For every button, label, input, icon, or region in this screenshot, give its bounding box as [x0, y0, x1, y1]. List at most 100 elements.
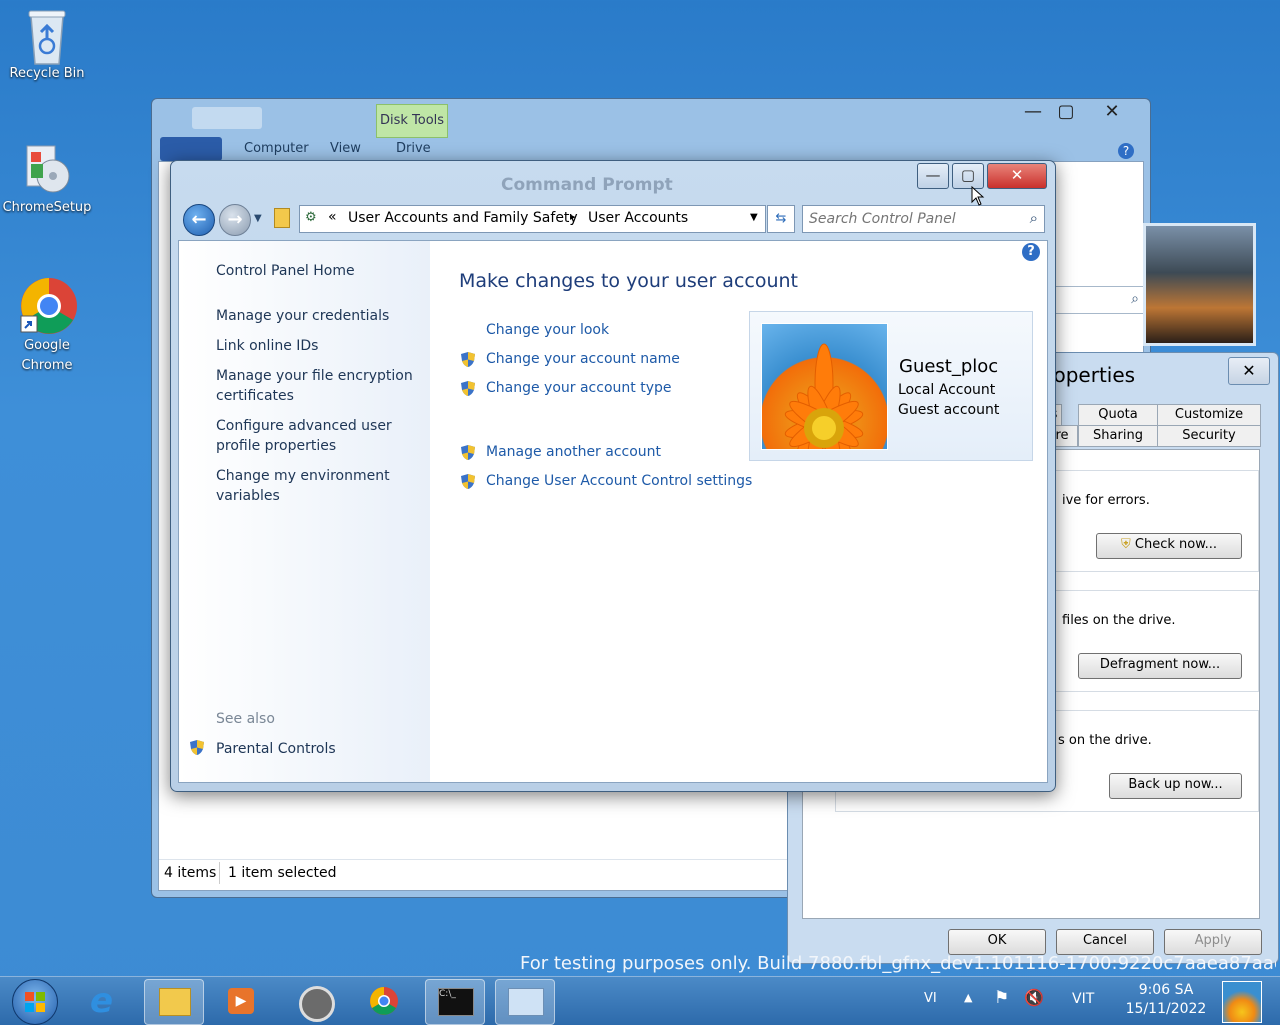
- show-hidden-icons-button[interactable]: ▲: [964, 991, 972, 1004]
- help-icon[interactable]: ?: [1118, 143, 1134, 159]
- file-menu-button[interactable]: [160, 137, 222, 161]
- sidebar-item-advanced-profile[interactable]: Configure advanced user profile properti…: [216, 416, 416, 456]
- defragment-now-button[interactable]: Defragment now...: [1078, 653, 1242, 679]
- taskbar-raccoon-app[interactable]: [285, 979, 343, 1023]
- status-item-count: 4 items: [164, 865, 217, 881]
- shield-icon: [189, 739, 205, 756]
- user-picture[interactable]: [761, 323, 888, 450]
- desktop-icon-google-chrome[interactable]: Google Chrome: [1, 276, 93, 376]
- raccoon-icon: [299, 986, 335, 1022]
- address-dropdown-icon[interactable]: ▼: [750, 212, 758, 223]
- sidebar: Control Panel Home Manage your credentia…: [179, 241, 430, 782]
- quick-access-toolbar[interactable]: [192, 107, 262, 129]
- breadcrumb-user-accounts[interactable]: User Accounts: [588, 210, 688, 226]
- build-watermark: For testing purposes only. Build 7880.fb…: [520, 953, 1276, 974]
- breadcrumb-user-accounts-family-safety[interactable]: User Accounts and Family Safety: [348, 210, 578, 226]
- user-avatar[interactable]: [1222, 981, 1262, 1023]
- back-up-now-button[interactable]: Back up now...: [1109, 773, 1242, 799]
- sidebar-item-link-online-ids[interactable]: Link online IDs: [216, 336, 318, 356]
- close-button[interactable]: ✕: [987, 163, 1047, 189]
- recent-pages-dropdown[interactable]: ▼: [254, 213, 262, 224]
- desktop-icon-label: Recycle Bin: [9, 66, 85, 81]
- taskbar-media-player[interactable]: ▶: [212, 979, 270, 1023]
- cancel-button[interactable]: Cancel: [1056, 929, 1154, 955]
- sidebar-item-parental-controls[interactable]: Parental Controls: [216, 739, 336, 759]
- user-account-role: Guest account: [898, 402, 1000, 418]
- uac-shield-icon: ⛨: [1120, 537, 1131, 552]
- desktop-icon-label: ChromeSetup: [2, 200, 92, 215]
- shield-icon: [460, 380, 476, 397]
- breadcrumb-overflow[interactable]: «: [328, 209, 337, 225]
- apply-button[interactable]: Apply: [1164, 929, 1262, 955]
- clock-date: 15/11/2022: [1125, 1001, 1207, 1017]
- change-uac-settings-link[interactable]: Change User Account Control settings: [486, 473, 752, 489]
- minimize-button[interactable]: —: [917, 163, 949, 189]
- command-prompt-icon: C:\_: [438, 988, 474, 1016]
- desktop-icon-recycle-bin[interactable]: Recycle Bin: [1, 6, 93, 81]
- help-icon[interactable]: ?: [1022, 243, 1040, 261]
- media-player-icon: ▶: [228, 988, 254, 1014]
- close-button[interactable]: ✕: [1228, 357, 1270, 385]
- check-now-button[interactable]: ⛨ Check now...: [1096, 533, 1242, 559]
- check-now-label: Check now...: [1134, 537, 1218, 552]
- maximize-button[interactable]: ▢: [1043, 99, 1089, 125]
- taskbar-preview-thumbnail[interactable]: [1143, 223, 1256, 346]
- action-center-flag-icon[interactable]: ⚑: [994, 988, 1009, 1008]
- desktop-icon-chromesetup[interactable]: ChromeSetup: [1, 140, 93, 215]
- tab-sharing[interactable]: Sharing: [1078, 425, 1158, 447]
- clock[interactable]: 9:06 SA 15/11/2022: [1118, 982, 1214, 1017]
- taskbar-command-prompt[interactable]: C:\_: [425, 979, 485, 1025]
- change-your-look-link[interactable]: Change your look: [486, 322, 609, 338]
- sidebar-item-file-encryption[interactable]: Manage your file encryption certificates: [216, 366, 416, 406]
- control-panel-icon: ⚙: [305, 210, 317, 225]
- search-icon: ⌕: [1131, 291, 1139, 307]
- taskbar-file-explorer[interactable]: [144, 979, 204, 1025]
- defragmentation-text: files on the drive.: [1062, 613, 1176, 628]
- tab-view[interactable]: View: [318, 137, 373, 160]
- breadcrumb-separator[interactable]: ▸: [570, 210, 576, 223]
- manage-another-account-link[interactable]: Manage another account: [486, 444, 661, 460]
- refresh-icon[interactable]: ⇆: [767, 205, 795, 233]
- backup-text: s on the drive.: [1058, 733, 1152, 748]
- input-method-indicator[interactable]: VIT: [1072, 991, 1094, 1007]
- search-icon: ⌕: [1029, 209, 1038, 227]
- language-indicator[interactable]: VI: [924, 991, 937, 1006]
- volume-muted-icon[interactable]: 🔇: [1024, 988, 1044, 1007]
- ok-button[interactable]: OK: [948, 929, 1046, 955]
- internet-explorer-icon: e: [90, 981, 114, 1021]
- taskbar-google-chrome[interactable]: [355, 979, 413, 1023]
- address-bar[interactable]: ⚙ « User Accounts and Family Safety ▸ Us…: [299, 205, 766, 233]
- back-button[interactable]: ←: [183, 204, 215, 236]
- chrome-icon: [369, 986, 399, 1019]
- control-panel-icon: [508, 988, 544, 1016]
- tab-customize[interactable]: Customize: [1157, 404, 1261, 426]
- tab-computer[interactable]: Computer: [232, 137, 321, 160]
- taskbar-control-panel[interactable]: [495, 979, 555, 1025]
- sidebar-item-manage-credentials[interactable]: Manage your credentials: [216, 306, 389, 326]
- forward-button[interactable]: →: [219, 204, 251, 236]
- taskbar-internet-explorer[interactable]: e: [76, 979, 134, 1023]
- tab-drive[interactable]: Drive: [384, 137, 443, 160]
- see-also-heading: See also: [216, 711, 275, 727]
- chrome-icon: [19, 276, 77, 334]
- tab-security[interactable]: Security: [1157, 425, 1261, 447]
- search-input[interactable]: [807, 209, 1016, 229]
- up-folder-icon[interactable]: [274, 208, 290, 228]
- mouse-cursor-icon: [971, 185, 985, 209]
- search-box[interactable]: ⌕: [1052, 286, 1146, 314]
- start-button[interactable]: [12, 979, 58, 1025]
- recycle-bin-icon: [19, 6, 75, 65]
- user-account-tile: Guest_ploc Local Account Guest account: [749, 311, 1033, 461]
- sidebar-item-environment-variables[interactable]: Change my environment variables: [216, 466, 416, 506]
- close-button[interactable]: ✕: [1089, 99, 1135, 125]
- clock-time: 9:06 SA: [1138, 982, 1194, 998]
- installer-icon: [19, 140, 75, 196]
- user-account-type: Local Account: [898, 382, 996, 398]
- control-panel-window[interactable]: Command Prompt — ▢ ✕ ← → ▼ ⚙ « User Acco…: [170, 160, 1056, 792]
- tab-disk-tools[interactable]: Disk Tools: [376, 104, 448, 138]
- tab-quota[interactable]: Quota: [1078, 404, 1158, 426]
- search-box[interactable]: ⌕: [802, 205, 1045, 233]
- change-account-type-link[interactable]: Change your account type: [486, 380, 671, 396]
- sidebar-item-control-panel-home[interactable]: Control Panel Home: [216, 261, 355, 281]
- change-account-name-link[interactable]: Change your account name: [486, 351, 680, 367]
